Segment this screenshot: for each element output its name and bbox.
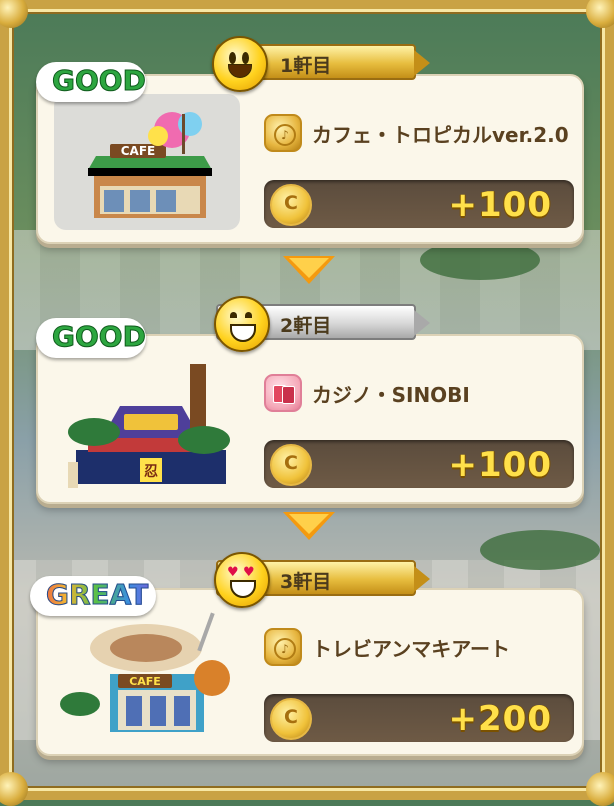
down-arrow-icon <box>283 512 335 540</box>
casino-building-icon: 忍 <box>68 364 230 488</box>
down-arrow-icon <box>283 256 335 284</box>
reward-amount: +100 <box>448 445 552 485</box>
verdict-label: GOOD <box>52 64 147 98</box>
background-palm <box>420 240 540 280</box>
frame-corner <box>586 772 614 806</box>
smile-face-icon <box>212 36 268 92</box>
venue-name: カジノ・SINOBI <box>312 383 470 407</box>
cafe-sign: CAFE <box>121 144 156 158</box>
reward-amount: +100 <box>448 185 552 225</box>
background-palm <box>480 530 600 570</box>
venue-thumbnail: CAFE <box>54 94 240 230</box>
frame-corner <box>0 0 28 28</box>
coin-icon: C <box>270 698 312 740</box>
reward-bar: C +100 <box>264 180 574 228</box>
venue-thumbnail: 忍 <box>54 354 240 490</box>
cafe-token-icon: ♪ <box>264 628 302 666</box>
cafe-token-icon: ♪ <box>264 114 302 152</box>
venue-name: カフェ・トロピカルver.2.0 <box>312 123 569 147</box>
reward-bar: C +100 <box>264 440 574 488</box>
venue-card: 忍 カジノ・SINOBI C +100 <box>36 334 584 504</box>
verdict-label: GREAT <box>34 576 160 613</box>
coin-icon: C <box>270 184 312 226</box>
casino-sign: 忍 <box>144 464 158 480</box>
frame-corner <box>586 0 614 28</box>
reward-amount: +200 <box>448 699 552 739</box>
heart-eyes-face-icon: ♥ ♥ <box>214 552 270 608</box>
reward-bar: C +200 <box>264 694 574 742</box>
grin-face-icon <box>214 296 270 352</box>
order-label: 2軒目 <box>280 315 332 337</box>
venue-thumbnail: CAFE <box>54 608 240 744</box>
playing-cards-icon <box>264 374 302 412</box>
cafe-sign: CAFE <box>129 675 161 688</box>
cafe-building-icon: CAFE <box>88 112 212 218</box>
cafe-building-icon: CAFE <box>60 612 230 732</box>
venue-name: トレビアンマキアート <box>312 637 510 661</box>
frame-corner <box>0 772 28 806</box>
order-label: 1軒目 <box>280 55 332 77</box>
coin-icon: C <box>270 444 312 486</box>
order-label: 3軒目 <box>280 571 332 593</box>
verdict-label: GOOD <box>52 320 147 354</box>
